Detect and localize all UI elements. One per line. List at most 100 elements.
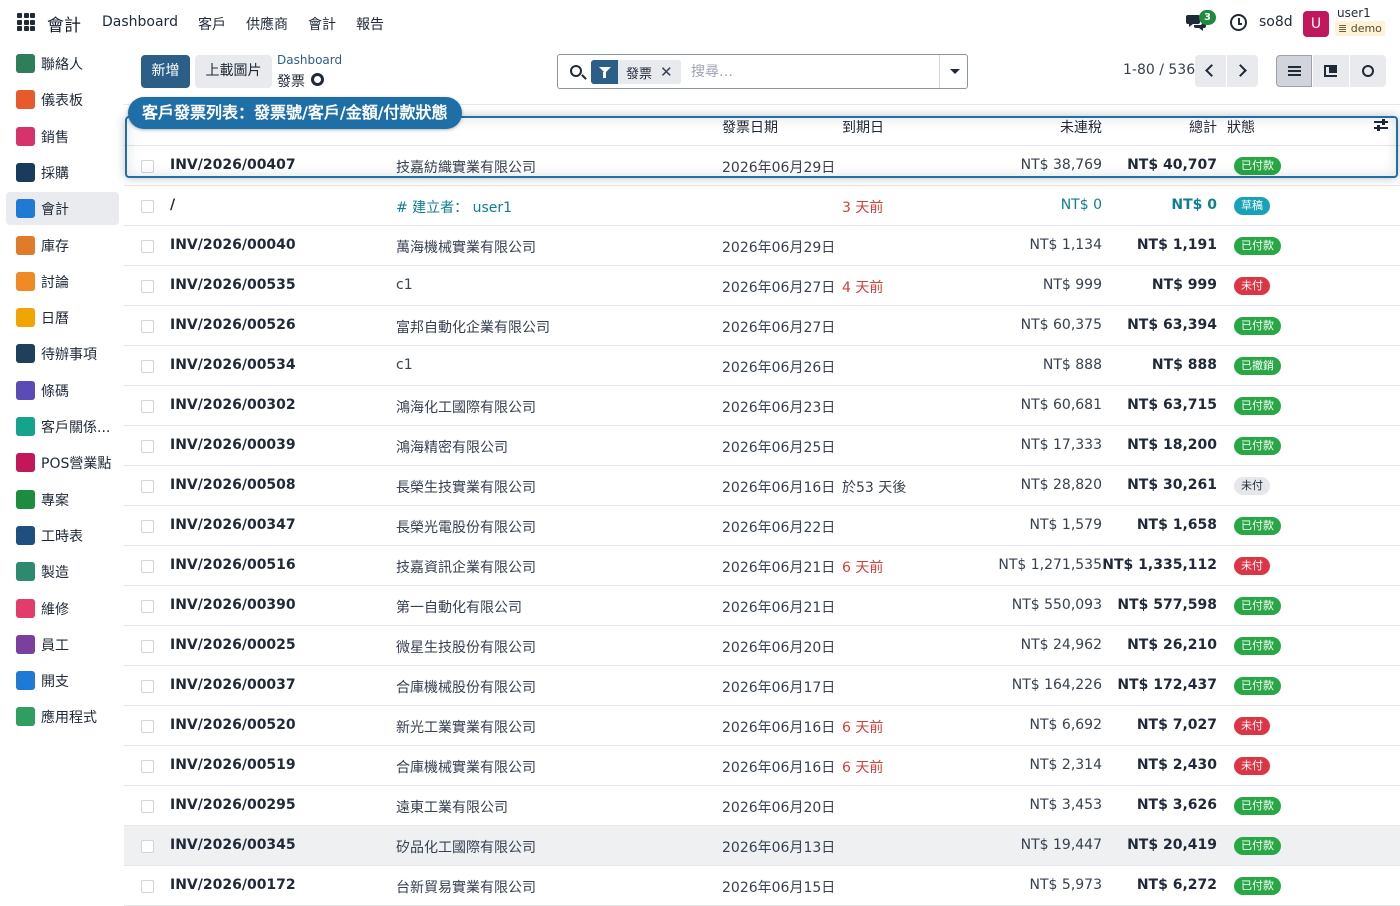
row-checkbox[interactable]	[141, 760, 154, 773]
table-row[interactable]: INV/2026/00519 合庫機械實業有限公司 2026年06月16日 6 天前 N…	[124, 746, 1400, 786]
menu-vendors[interactable]: 供應商	[246, 14, 288, 34]
sidebar-item-barcode[interactable]: 條碼	[6, 374, 119, 407]
table-row[interactable]: INV/2026/00535 c1 2026年06月27日 4 天前 NT$ 999 NT…	[124, 266, 1400, 306]
table-row[interactable]: INV/2026/00520 新光工業實業有限公司 2026年06月16日 6 天前 N…	[124, 706, 1400, 746]
sidebar-item-pos[interactable]: POS營業點	[6, 446, 119, 479]
customer-name: 合庫機械實業有限公司	[396, 760, 536, 776]
row-checkbox[interactable]	[141, 160, 154, 173]
amount-untaxed: NT$ 164,226	[1011, 677, 1102, 693]
row-checkbox[interactable]	[141, 600, 154, 613]
menu-accounting[interactable]: 會計	[308, 14, 336, 34]
sidebar-item-label: 討論	[41, 274, 69, 291]
sidebar-item-contacts[interactable]: 聯絡人	[6, 47, 119, 80]
customer-name: # 建立者： user1	[396, 200, 513, 216]
status-badge: 已付款	[1234, 877, 1281, 895]
row-checkbox[interactable]	[141, 200, 154, 213]
sidebar-item-repair[interactable]: 維修	[6, 592, 119, 625]
header-untaxed[interactable]: 未連稅	[1060, 117, 1102, 137]
sidebar-item-inventory[interactable]: 庫存	[6, 229, 119, 262]
row-checkbox[interactable]	[141, 240, 154, 253]
amount-total: NT$ 18,200	[1127, 437, 1217, 453]
search-input[interactable]	[691, 61, 931, 83]
header-total[interactable]: 總計	[1189, 117, 1217, 137]
new-button[interactable]: 新增	[141, 55, 190, 88]
table-row[interactable]: INV/2026/00037 合庫機械股份有限公司 2026年06月17日 NT$ 1…	[124, 666, 1400, 706]
row-checkbox[interactable]	[141, 720, 154, 733]
table-row[interactable]: INV/2026/00039 鴻海精密有限公司 2026年06月25日 NT$ 17,…	[124, 426, 1400, 466]
table-row[interactable]: INV/2026/00516 技嘉資訊企業有限公司 2026年06月21日 6 天前 N…	[124, 546, 1400, 586]
invoice-date: 2026年06月23日	[722, 400, 836, 416]
sidebar-item-sales[interactable]: 銷售	[6, 120, 119, 153]
table-row[interactable]: INV/2026/00347 長榮光電股份有限公司 2026年06月22日 NT$ 1…	[124, 506, 1400, 546]
table-row[interactable]: / # 建立者： user1 3 天前 NT$ 0 NT$ 0 草稿	[124, 186, 1400, 226]
menu-dashboard[interactable]: Dashboard	[102, 14, 178, 34]
activity-clock-icon[interactable]	[1230, 14, 1247, 31]
table-row[interactable]: INV/2026/00172 台新貿易實業有限公司 2026年06月15日 NT$ 5…	[124, 866, 1400, 906]
header-invoice-date[interactable]: 發票日期	[722, 117, 778, 137]
row-checkbox[interactable]	[141, 680, 154, 693]
row-checkbox[interactable]	[141, 360, 154, 373]
breadcrumb-dashboard[interactable]: Dashboard	[277, 53, 342, 67]
sidebar-item-expenses[interactable]: 開支	[6, 664, 119, 697]
sidebar-item-calendar[interactable]: 日曆	[6, 301, 119, 334]
row-checkbox[interactable]	[141, 880, 154, 893]
table-row[interactable]: INV/2026/00508 長榮生技實業有限公司 2026年06月16日 於53 天…	[124, 466, 1400, 506]
header-status[interactable]: 狀態	[1227, 117, 1255, 137]
row-checkbox[interactable]	[141, 280, 154, 293]
sidebar-item-dashboard[interactable]: 儀表板	[6, 83, 119, 116]
row-checkbox[interactable]	[141, 560, 154, 573]
due-date: 4 天前	[842, 280, 884, 296]
pager-value[interactable]: 1-80 / 536	[1123, 62, 1195, 78]
menu-customers[interactable]: 客戶	[198, 14, 226, 34]
app-title[interactable]: 會計	[47, 11, 81, 36]
pager-previous-button[interactable]	[1195, 55, 1226, 87]
sidebar-item-employees[interactable]: 員工	[6, 628, 119, 661]
invoice-date: 2026年06月15日	[722, 880, 836, 896]
column-settings-icon[interactable]	[1374, 119, 1388, 131]
facet-remove-icon[interactable]: ✕	[660, 63, 681, 81]
table-row[interactable]: INV/2026/00040 萬海機械實業有限公司 2026年06月29日 NT$ 1…	[124, 226, 1400, 266]
user-avatar[interactable]: U	[1303, 11, 1329, 37]
row-checkbox[interactable]	[141, 840, 154, 853]
row-checkbox[interactable]	[141, 440, 154, 453]
sidebar-item-discuss[interactable]: 討論	[6, 265, 119, 298]
row-checkbox[interactable]	[141, 320, 154, 333]
menu-reporting[interactable]: 報告	[356, 14, 384, 34]
sidebar-item-crm[interactable]: 客戶關係...	[6, 410, 119, 443]
row-checkbox[interactable]	[141, 640, 154, 653]
row-checkbox[interactable]	[141, 480, 154, 493]
sidebar-item-purchase[interactable]: 採購	[6, 156, 119, 189]
kanban-view-button[interactable]	[1313, 55, 1349, 87]
sidebar-item-timesheet[interactable]: 工時表	[6, 519, 119, 552]
table-row[interactable]: INV/2026/00407 技嘉紡織實業有限公司 2026年06月29日 NT$ 3…	[124, 146, 1400, 186]
row-checkbox[interactable]	[141, 800, 154, 813]
table-row[interactable]: INV/2026/00390 第一自動化有限公司 2026年06月21日 NT$ 55…	[124, 586, 1400, 626]
table-row[interactable]: INV/2026/00526 富邦自動化企業有限公司 2026年06月27日 NT$ …	[124, 306, 1400, 346]
user-name[interactable]: user1	[1337, 6, 1371, 20]
company-switcher[interactable]: so8d	[1259, 14, 1293, 30]
pager-next-button[interactable]	[1227, 55, 1258, 87]
table-row[interactable]: INV/2026/00534 c1 2026年06月26日 NT$ 888 NT$ 88…	[124, 346, 1400, 386]
upload-image-button[interactable]: 上載圖片	[195, 55, 272, 88]
table-row[interactable]: INV/2026/00025 微星生技股份有限公司 2026年06月20日 NT$ 2…	[124, 626, 1400, 666]
table-row[interactable]: INV/2026/00295 遠東工業有限公司 2026年06月20日 NT$ 3,4…	[124, 786, 1400, 826]
header-due-date[interactable]: 到期日	[842, 117, 884, 137]
table-row[interactable]: INV/2026/00345 矽品化工國際有限公司 2026年06月13日 NT$ 1…	[124, 826, 1400, 866]
gear-icon[interactable]	[311, 73, 324, 86]
amount-untaxed: NT$ 2,314	[1029, 757, 1102, 773]
discuss-icon	[16, 271, 35, 291]
sidebar-item-project[interactable]: 專案	[6, 483, 119, 516]
search-icon[interactable]	[570, 65, 582, 77]
row-checkbox[interactable]	[141, 520, 154, 533]
activity-view-button[interactable]	[1350, 55, 1386, 87]
search-options-toggle[interactable]	[939, 55, 968, 88]
list-view-button[interactable]	[1276, 55, 1312, 87]
row-checkbox[interactable]	[141, 400, 154, 413]
amount-untaxed: NT$ 1,134	[1029, 237, 1102, 253]
app-menu-grid-icon[interactable]	[17, 13, 35, 31]
table-row[interactable]: INV/2026/00302 鴻海化工國際有限公司 2026年06月23日 NT$ 6…	[124, 386, 1400, 426]
sidebar-item-todo[interactable]: 待辦事項	[6, 337, 119, 370]
sidebar-item-accounting[interactable]: 會計	[6, 192, 119, 226]
sidebar-item-manufacturing[interactable]: 製造	[6, 555, 119, 588]
sidebar-item-apps[interactable]: 應用程式	[6, 700, 119, 733]
